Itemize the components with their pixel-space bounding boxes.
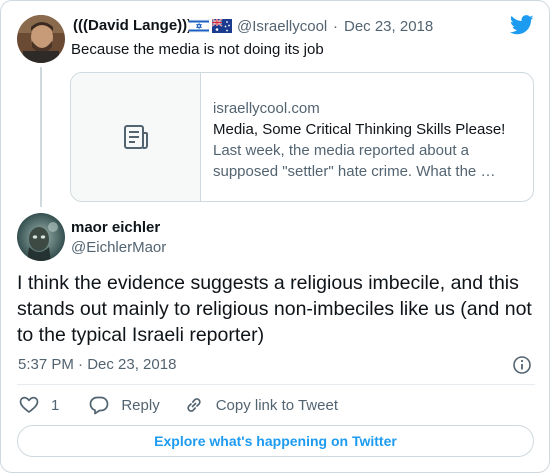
link-description: Last week, the media reported about a su… xyxy=(213,142,496,180)
parent-tweet-text: Because the media is not doing its job xyxy=(71,41,324,58)
tweet-actions: 1 Reply Copy link to Tweet xyxy=(17,395,338,415)
link-domain: israellycool.com xyxy=(213,100,320,117)
flag-israel-icon xyxy=(189,19,209,33)
embedded-tweet-card: (((David Lange))) @Israellycool · Dec 23… xyxy=(0,0,550,473)
parent-date[interactable]: Dec 23, 2018 xyxy=(344,18,433,35)
parent-display-name[interactable]: (((David Lange))) xyxy=(73,17,192,34)
link-title: Media, Some Critical Thinking Skills Ple… xyxy=(213,121,506,138)
flag-emojis xyxy=(189,19,232,33)
thread-line xyxy=(40,67,42,207)
link-thumbnail xyxy=(71,73,201,201)
avatar-david-lange[interactable] xyxy=(17,15,65,63)
heart-icon xyxy=(19,396,39,413)
copy-link-label: Copy link to Tweet xyxy=(215,396,338,414)
flag-australia-icon xyxy=(212,19,232,33)
reply-label: Reply xyxy=(121,396,160,414)
tweet-timestamp[interactable]: 5:37 PM · Dec 23, 2018 xyxy=(18,356,176,373)
like-button[interactable]: 1 xyxy=(19,395,59,415)
explore-twitter-button[interactable]: Explore what's happening on Twitter xyxy=(17,425,534,457)
divider xyxy=(17,384,535,385)
reply-icon xyxy=(89,396,109,415)
parent-handle[interactable]: @Israellycool xyxy=(237,18,327,35)
link-icon xyxy=(187,398,201,412)
copy-link-button[interactable]: Copy link to Tweet xyxy=(184,395,338,415)
reply-button[interactable]: Reply xyxy=(89,395,160,415)
avatar-maor-eichler[interactable] xyxy=(17,213,65,261)
separator-dot: · xyxy=(333,18,338,35)
info-icon[interactable] xyxy=(512,355,532,375)
link-preview-card[interactable]: israellycool.com Media, Some Critical Th… xyxy=(70,72,534,202)
main-tweet-text: I think the evidence suggests a religiou… xyxy=(17,272,532,346)
main-handle[interactable]: @EichlerMaor xyxy=(71,239,166,256)
main-display-name[interactable]: maor eichler xyxy=(71,219,160,236)
article-icon xyxy=(124,125,148,149)
twitter-bird-icon[interactable] xyxy=(510,15,534,35)
like-count: 1 xyxy=(51,396,60,414)
